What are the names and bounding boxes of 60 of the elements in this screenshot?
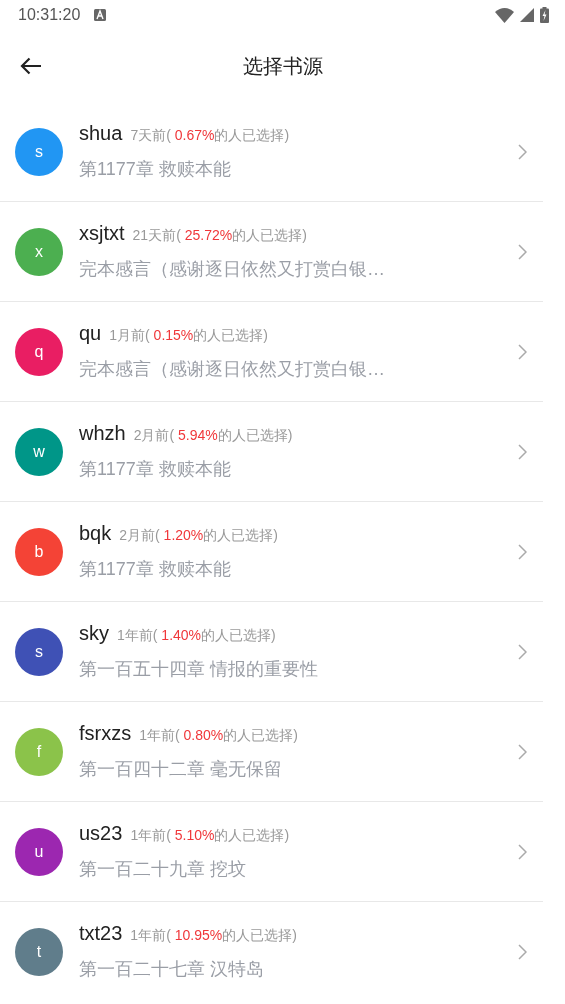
chevron-right-icon xyxy=(518,643,527,660)
latest-chapter: 第一百四十二章 毫无保留 xyxy=(79,758,283,781)
source-meta: 7天前( 0.67%的人已选择) xyxy=(130,127,290,145)
source-row[interactable]: s shua 7天前( 0.67%的人已选择) 第1177章 救赎本能 xyxy=(0,102,543,202)
source-name: txt23 xyxy=(79,922,123,945)
source-row[interactable]: w whzh 2月前( 5.94%的人已选择) 第1177章 救赎本能 xyxy=(0,402,543,502)
source-row[interactable]: f fsrxzs 1年前( 0.80%的人已选择) 第一百四十二章 毫无保留 xyxy=(0,702,543,802)
avatar-circle: s xyxy=(15,627,63,676)
latest-chapter: 第一百五十四章 情报的重要性 xyxy=(79,658,319,681)
source-name: qu xyxy=(79,322,102,345)
latest-chapter: 第1177章 救赎本能 xyxy=(79,158,232,181)
source-meta: 2月前( 1.20%的人已选择) xyxy=(119,527,278,545)
source-row[interactable]: b bqk 2月前( 1.20%的人已选择) 第1177章 救赎本能 xyxy=(0,502,543,602)
battery-icon xyxy=(540,7,549,23)
chevron-right-icon xyxy=(518,943,527,960)
source-meta: 1年前( 0.80%的人已选择) xyxy=(139,727,298,745)
source-meta: 21天前( 25.72%的人已选择) xyxy=(132,227,307,245)
avatar-circle: q xyxy=(15,327,63,376)
source-meta: 1年前( 5.10%的人已选择) xyxy=(130,827,290,845)
source-name: xsjtxt xyxy=(79,222,125,245)
chevron-right-icon xyxy=(518,743,527,760)
latest-chapter: 第1177章 救赎本能 xyxy=(79,458,232,481)
source-row[interactable]: u us23 1年前( 5.10%的人已选择) 第一百二十九章 挖坟 xyxy=(0,802,543,902)
source-row[interactable]: t txt23 1年前( 10.95%的人已选择) 第一百二十七章 汉特岛 xyxy=(0,902,543,1001)
latest-chapter: 完本感言（感谢逐日依然又打赏白银… xyxy=(79,358,386,381)
source-name: whzh xyxy=(79,422,126,445)
source-row[interactable]: x xsjtxt 21天前( 25.72%的人已选择) 完本感言（感谢逐日依然又打赏白银… xyxy=(0,202,543,302)
latest-chapter: 第一百二十七章 汉特岛 xyxy=(79,958,265,981)
source-name: fsrxzs xyxy=(79,722,132,745)
chevron-right-icon xyxy=(518,843,527,860)
avatar-circle: x xyxy=(15,227,63,276)
chevron-right-icon xyxy=(518,143,527,160)
source-meta: 1月前( 0.15%的人已选择) xyxy=(109,327,268,345)
chevron-right-icon xyxy=(518,243,527,260)
source-name: sky xyxy=(79,622,109,645)
signal-icon xyxy=(520,8,534,22)
source-row[interactable]: q qu 1月前( 0.15%的人已选择) 完本感言（感谢逐日依然又打赏白银… xyxy=(0,302,543,402)
keyboard-icon xyxy=(94,9,107,21)
wifi-icon xyxy=(495,7,514,23)
source-meta: 2月前( 5.94%的人已选择) xyxy=(133,427,293,445)
source-row[interactable]: s sky 1年前( 1.40%的人已选择) 第一百五十四章 情报的重要性 xyxy=(0,602,543,702)
chevron-right-icon xyxy=(518,343,527,360)
avatar-circle: b xyxy=(15,527,63,576)
avatar-circle: f xyxy=(15,727,63,776)
avatar-circle: w xyxy=(15,427,63,476)
source-meta: 1年前( 10.95%的人已选择) xyxy=(130,927,297,945)
latest-chapter: 完本感言（感谢逐日依然又打赏白银… xyxy=(79,258,386,281)
source-name: bqk xyxy=(79,522,112,545)
avatar-circle: t xyxy=(15,927,63,976)
latest-chapter: 第1177章 救赎本能 xyxy=(79,558,232,581)
source-meta: 1年前( 1.40%的人已选择) xyxy=(117,627,276,645)
status-time: 10:31:20 xyxy=(18,6,81,24)
source-name: shua xyxy=(79,122,123,145)
chevron-right-icon xyxy=(518,543,527,560)
source-name: us23 xyxy=(79,822,123,845)
avatar-circle: s xyxy=(15,127,63,176)
page-title: 选择书源 xyxy=(242,54,323,77)
chevron-right-icon xyxy=(518,443,527,460)
avatar-circle: u xyxy=(15,827,63,876)
latest-chapter: 第一百二十九章 挖坟 xyxy=(79,858,247,881)
